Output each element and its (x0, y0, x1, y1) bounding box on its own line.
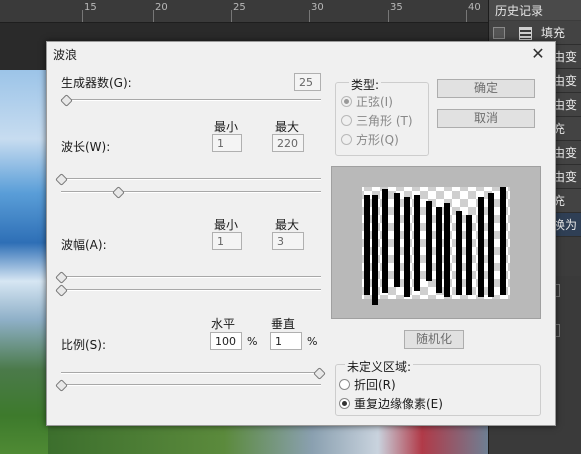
preview-wave-bar (364, 195, 370, 295)
type-legend: 类型: (349, 76, 382, 93)
history-tab[interactable]: 历史记录 (489, 0, 581, 20)
preview-wave-bar (426, 201, 432, 281)
preview-wave-bar (382, 189, 388, 293)
type-square-label: 方形(Q) (356, 133, 399, 147)
amplitude-min-label: 最小 (214, 218, 239, 232)
scale-v-label: 垂直 (271, 317, 296, 331)
preview-wave-bar (372, 195, 378, 305)
ok-button[interactable]: 确定 (437, 79, 535, 98)
type-sine-radio[interactable] (341, 96, 352, 107)
snapshot-checkbox[interactable] (493, 27, 505, 39)
amplitude-min-input[interactable]: 1 (212, 232, 242, 250)
ruler: 15 20 25 30 35 40 (0, 0, 488, 23)
ruler-label: 15 (84, 2, 97, 13)
wavelength-min-input[interactable]: 1 (212, 134, 242, 152)
wrap-around-radio[interactable] (339, 379, 350, 390)
type-triangle-label: 三角形 (T) (356, 114, 413, 128)
generators-label: 生成器数(G): (61, 76, 132, 90)
wrap-around-label: 折回(R) (354, 378, 396, 392)
ruler-tick (231, 10, 232, 22)
dialog-title: 波浪 (53, 48, 78, 62)
cancel-button[interactable]: 取消 (437, 109, 535, 128)
photo-left (0, 70, 48, 454)
photo-bottom (48, 424, 488, 454)
scale-h-label: 水平 (211, 317, 236, 331)
preview-wave-bar (488, 193, 494, 297)
wavelength-max-thumb[interactable] (111, 186, 125, 199)
preview-wave-bar (436, 207, 442, 293)
scale-h-track[interactable] (61, 372, 321, 374)
scale-v-unit: % (307, 335, 318, 348)
preview-wave-bar (478, 197, 484, 297)
preview-wave-bar (444, 203, 450, 297)
repeat-edge-label: 重复边缘像素(E) (354, 397, 443, 411)
ruler-label: 35 (390, 2, 403, 13)
scale-v-input[interactable]: 1 (270, 332, 302, 350)
ruler-label: 20 (155, 2, 168, 13)
scale-v-thumb[interactable] (55, 379, 68, 392)
ruler-tick (388, 10, 389, 22)
generators-slider-thumb[interactable] (60, 94, 74, 107)
preview-wave-bar (466, 215, 472, 295)
ruler-tick (309, 10, 310, 22)
amplitude-min-track[interactable] (61, 276, 321, 278)
amplitude-label: 波幅(A): (61, 238, 107, 252)
history-row-label: 填充 (541, 26, 566, 40)
undefined-area-legend: 未定义区域: (345, 358, 414, 375)
preview-wave-bar (404, 197, 410, 297)
ruler-label: 25 (233, 2, 246, 13)
preview-wave-bar (456, 211, 462, 295)
scale-v-track[interactable] (61, 384, 321, 386)
amplitude-max-track[interactable] (61, 289, 321, 291)
amplitude-max-input[interactable]: 3 (272, 232, 304, 250)
type-square-radio[interactable] (341, 134, 352, 145)
preview-wave-bar (394, 193, 400, 287)
ruler-tick (82, 10, 83, 22)
history-state-icon (519, 27, 532, 40)
wavelength-min-track[interactable] (61, 178, 321, 180)
wavelength-max-track[interactable] (61, 191, 321, 193)
wavelength-min-label: 最小 (214, 120, 239, 134)
amplitude-max-label: 最大 (275, 218, 300, 232)
scale-h-thumb[interactable] (313, 367, 326, 380)
randomize-button[interactable]: 随机化 (404, 330, 464, 349)
wavelength-label: 波长(W): (61, 140, 111, 154)
generators-input[interactable]: 25 (294, 73, 321, 91)
ruler-tick (466, 10, 467, 22)
scale-h-input[interactable]: 100 (210, 332, 242, 350)
ruler-tick (153, 10, 154, 22)
type-triangle-radio[interactable] (341, 115, 352, 126)
close-icon[interactable]: ✕ (529, 45, 547, 63)
preview-panel (331, 166, 541, 319)
preview-wave-bar (500, 187, 506, 295)
ruler-label: 30 (311, 2, 324, 13)
wavelength-max-input[interactable]: 220 (272, 134, 304, 152)
wavelength-min-thumb[interactable] (55, 173, 68, 186)
scale-label: 比例(S): (61, 338, 107, 352)
type-sine-label: 正弦(I) (356, 95, 393, 109)
generators-slider-track[interactable] (61, 99, 321, 101)
wavelength-max-label: 最大 (275, 120, 300, 134)
wave-dialog: 波浪 ✕ 生成器数(G): 25 最小 最大 波长(W): 1 220 最小 最… (46, 41, 556, 426)
repeat-edge-radio[interactable] (339, 398, 350, 409)
amplitude-min-thumb[interactable] (55, 271, 68, 284)
amplitude-max-thumb[interactable] (55, 284, 68, 297)
preview-wave-bar (414, 195, 420, 291)
history-tab-label: 历史记录 (495, 4, 544, 18)
scale-h-unit: % (247, 335, 258, 348)
ruler-label: 40 (468, 2, 481, 13)
preview-image (362, 187, 510, 305)
